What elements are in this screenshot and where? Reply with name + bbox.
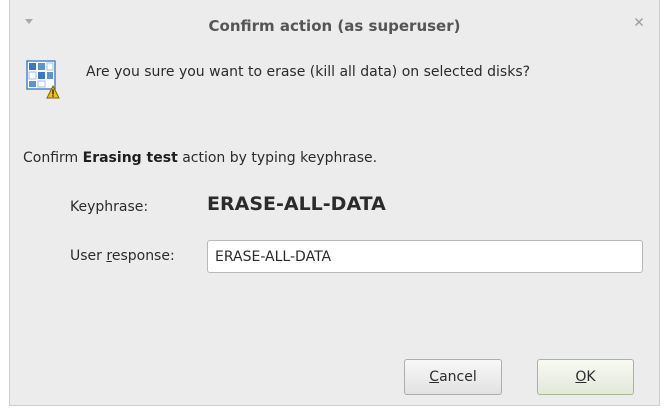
ok-mnemonic: O xyxy=(575,369,587,385)
cancel-mnemonic: C xyxy=(429,369,440,385)
cancel-button[interactable]: Cancel xyxy=(404,359,502,395)
response-label-pre: User xyxy=(70,248,107,264)
confirm-dialog: Confirm action (as superuser) Are you su… xyxy=(9,0,660,406)
close-icon xyxy=(634,17,644,27)
cancel-rest: ancel xyxy=(439,369,477,385)
user-response-label: User response: xyxy=(70,248,175,264)
close-button[interactable] xyxy=(632,15,646,29)
response-label-post: esponse: xyxy=(111,248,175,264)
ok-rest: K xyxy=(586,369,596,385)
title-bar: Confirm action (as superuser) xyxy=(10,0,659,50)
keyphrase-label: Keyphrase: xyxy=(70,199,149,215)
confirm-instruction: Confirm Erasing test action by typing ke… xyxy=(23,150,377,166)
disk-warning-icon xyxy=(26,60,60,99)
window-title: Confirm action (as superuser) xyxy=(208,17,461,35)
confirm-question: Are you sure you want to erase (kill all… xyxy=(86,64,531,80)
confirm-suffix: action by typing keyphrase. xyxy=(177,150,378,166)
action-name: Erasing test xyxy=(82,150,178,166)
ok-button[interactable]: OK xyxy=(537,359,634,395)
keyphrase-value: ERASE-ALL-DATA xyxy=(207,193,386,215)
confirm-prefix: Confirm xyxy=(23,150,83,166)
user-response-input[interactable] xyxy=(207,240,643,273)
